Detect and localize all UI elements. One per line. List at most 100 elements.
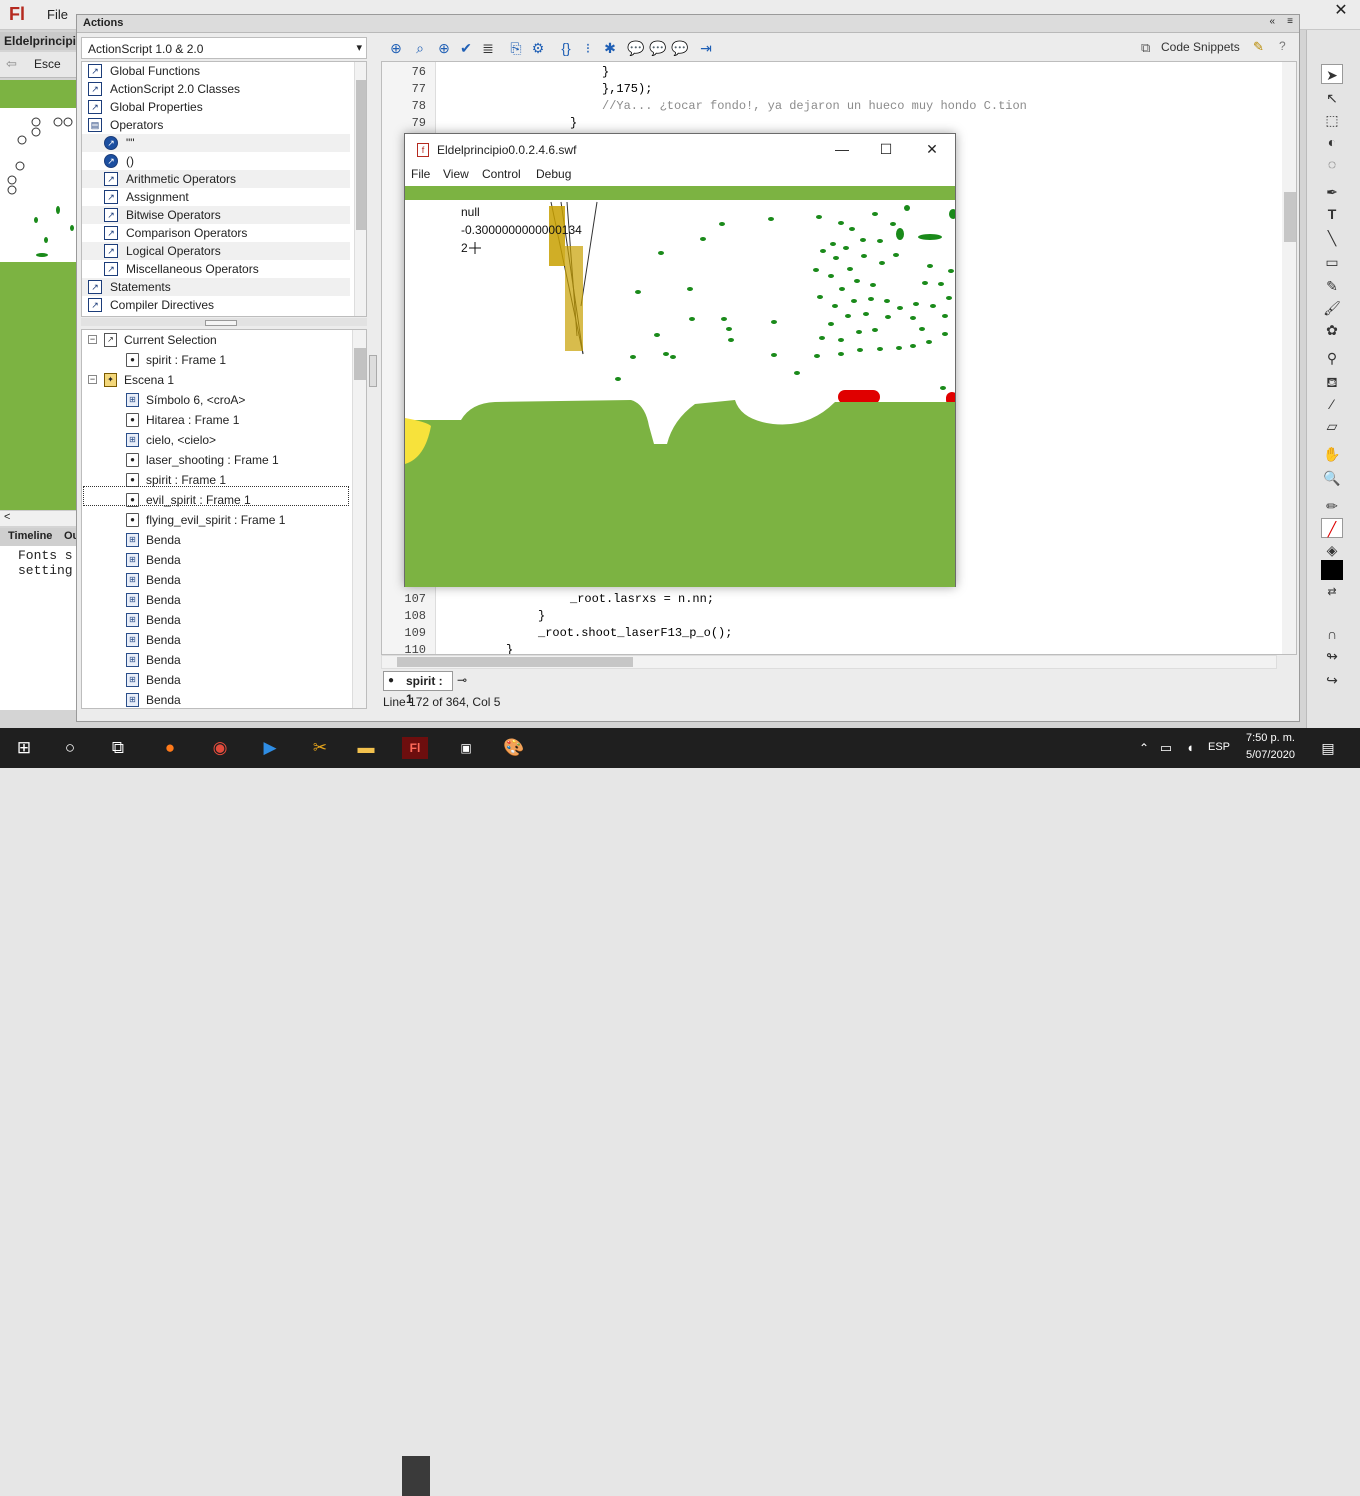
tree-item[interactable]: ● Hitarea : Frame 1 <box>82 410 350 430</box>
search-icon[interactable]: ○ <box>56 734 84 762</box>
flash-app-icon[interactable]: Fl <box>402 737 428 759</box>
smooth-icon[interactable]: ↬ <box>1321 646 1343 666</box>
code-snippets-button[interactable]: Code Snippets <box>1161 40 1240 54</box>
chrome-icon[interactable]: ◉ <box>206 734 234 762</box>
zoom-tool-icon[interactable]: 🔍 <box>1321 468 1343 488</box>
fill-swatch[interactable] <box>1321 560 1343 580</box>
pin-script-icon[interactable]: ⊸ <box>457 673 467 687</box>
back-arrow-icon[interactable]: ⇦ <box>6 56 17 72</box>
editor-horizontal-scroll-thumb[interactable] <box>397 657 633 667</box>
snap-icon[interactable]: ∩ <box>1321 624 1343 644</box>
stage-scrollbar[interactable]: < <box>0 510 78 526</box>
toolbox-item-operators[interactable]: ▤ Operators <box>82 116 350 134</box>
close-icon[interactable]: ✕ <box>909 138 955 160</box>
tree-scene[interactable]: − ✦ Escena 1 <box>82 370 350 390</box>
toolbox-item-compiler-directives[interactable]: ↗ Compiler Directives <box>82 296 350 314</box>
editor-vertical-scroll-thumb[interactable] <box>1284 192 1296 242</box>
wizard-wand-icon[interactable]: ✎ <box>1253 39 1264 55</box>
tree-item[interactable]: ⊞ Benda <box>82 610 350 630</box>
toolbox-item-logical[interactable]: ↗ Logical Operators <box>82 242 350 260</box>
close-icon[interactable]: ✕ <box>1322 0 1360 19</box>
swf-menu-view[interactable]: View <box>443 167 469 181</box>
collapse-braces-icon[interactable]: {} <box>557 39 575 57</box>
eyedropper-icon[interactable]: ⁄ <box>1321 394 1343 414</box>
toolbox-item-as2-classes[interactable]: ↗ ActionScript 2.0 Classes <box>82 80 350 98</box>
toolbox-item-global-functions[interactable]: ↗ Global Functions <box>82 62 350 80</box>
add-statement-icon[interactable]: ⊕ <box>387 39 405 57</box>
collapse-panel-icon[interactable]: « <box>1269 16 1275 27</box>
swf-menu-file[interactable]: File <box>411 167 430 181</box>
clock-time[interactable]: 7:50 p. m. <box>1246 732 1295 744</box>
stroke-color-icon[interactable]: ✏ <box>1321 496 1343 516</box>
scroll-left-icon[interactable]: < <box>4 511 10 523</box>
expand-all-icon[interactable]: ✱ <box>601 39 619 57</box>
line-tool-icon[interactable]: ╲ <box>1321 228 1343 248</box>
tab-timeline[interactable]: Timeline <box>8 530 52 542</box>
paint-bucket-icon[interactable]: ⛾ <box>1321 372 1343 392</box>
pen-tool-icon[interactable]: ✒ <box>1321 182 1343 202</box>
toolbox-item-misc-operators[interactable]: ↗ Miscellaneous Operators <box>82 260 350 278</box>
debug-options-icon[interactable]: ⚙ <box>529 39 547 57</box>
navigator-scroll-thumb[interactable] <box>354 348 366 380</box>
block-comment-icon[interactable]: 💬 <box>627 39 645 57</box>
file-explorer-icon[interactable]: ▬ <box>352 734 380 762</box>
auto-format-icon[interactable]: ≣ <box>479 39 497 57</box>
tree-item-spirit-selected[interactable]: ● spirit : Frame 1 <box>82 350 350 370</box>
tree-current-selection[interactable]: − ↗ Current Selection <box>82 330 350 350</box>
splitter-grip[interactable] <box>205 320 237 326</box>
tree-item[interactable]: ⊞ Benda <box>82 630 350 650</box>
toolbox-item-global-properties[interactable]: ↗ Global Properties <box>82 98 350 116</box>
terminal-icon[interactable]: ▣ <box>452 734 480 762</box>
brush-tool-icon[interactable]: 🖌 <box>1321 298 1343 318</box>
rectangle-tool-icon[interactable]: ▭ <box>1321 252 1343 272</box>
remove-comment-icon[interactable]: 💬 <box>671 39 689 57</box>
editor-vertical-scrollbar[interactable] <box>1282 62 1296 654</box>
swf-menu-debug[interactable]: Debug <box>536 167 571 181</box>
clock-date[interactable]: 5/07/2020 <box>1246 749 1295 761</box>
help-icon[interactable]: ? <box>1279 39 1286 53</box>
game-stage[interactable]: null -0.3000000000000134 2 <box>405 186 955 587</box>
windows-start-icon[interactable]: ⊞ <box>10 734 38 762</box>
tree-item[interactable]: ⊞ Benda <box>82 690 350 708</box>
tree-item[interactable]: ● laser_shooting : Frame 1 <box>82 450 350 470</box>
menu-file[interactable]: File <box>47 7 68 22</box>
bone-tool-icon[interactable]: ⚲ <box>1321 348 1343 368</box>
target-path-icon[interactable]: ⊕ <box>435 39 453 57</box>
free-transform-icon[interactable]: ⬚ <box>1321 110 1343 130</box>
collapse-icon[interactable]: − <box>88 335 97 344</box>
check-syntax-icon[interactable]: ✔ <box>457 39 475 57</box>
text-tool-icon[interactable]: T <box>1321 204 1343 224</box>
notifications-icon[interactable]: ▤ <box>1314 734 1342 762</box>
stroke-swatch[interactable]: ╱ <box>1321 518 1343 538</box>
maximize-icon[interactable]: ☐ <box>863 138 909 160</box>
toolbox-item-comparison[interactable]: ↗ Comparison Operators <box>82 224 350 242</box>
task-view-icon[interactable]: ⧉ <box>104 734 132 762</box>
panel-menu-icon[interactable]: ≡ <box>1287 16 1293 27</box>
tree-item[interactable]: ● flying_evil_spirit : Frame 1 <box>82 510 350 530</box>
scene-label[interactable]: Esce <box>34 57 61 71</box>
swf-menu-control[interactable]: Control <box>482 167 521 181</box>
hand-tool-icon[interactable]: ✋ <box>1321 444 1343 464</box>
tree-item[interactable]: ⊞ Símbolo 6, <croA> <box>82 390 350 410</box>
tool-app-icon[interactable]: ✂ <box>306 734 334 762</box>
selection-tool-icon[interactable]: ➤ <box>1321 64 1343 84</box>
document-tab[interactable]: Eldelprincipio <box>0 32 78 50</box>
collapse-selection-icon[interactable]: ⁝ <box>579 39 597 57</box>
subselection-tool-icon[interactable]: ↖ <box>1321 88 1343 108</box>
code-hint-icon[interactable]: ⎘ <box>507 39 525 57</box>
toolbox-item-quotes[interactable]: ↗ "" <box>82 134 350 152</box>
tree-item[interactable]: ⊞ Benda <box>82 650 350 670</box>
toolbox-item-assignment[interactable]: ↗ Assignment <box>82 188 350 206</box>
firefox-icon[interactable]: ● <box>156 734 184 762</box>
tree-item[interactable]: ⊞ Benda <box>82 530 350 550</box>
eraser-icon[interactable]: ▱ <box>1321 416 1343 436</box>
tree-item[interactable]: ⊞ Benda <box>82 590 350 610</box>
line-comment-icon[interactable]: 💬 <box>649 39 667 57</box>
find-icon[interactable]: ⌕ <box>411 39 429 57</box>
paint-app-icon[interactable]: 🎨 <box>500 734 528 762</box>
volume-icon[interactable]: ◖ <box>1176 734 1204 762</box>
deco-tool-icon[interactable]: ✿ <box>1321 320 1343 340</box>
toolbox-item-bitwise[interactable]: ↗ Bitwise Operators <box>82 206 350 224</box>
3d-rotation-icon[interactable]: ◐ <box>1321 132 1343 152</box>
minimize-icon[interactable]: — <box>819 138 865 160</box>
